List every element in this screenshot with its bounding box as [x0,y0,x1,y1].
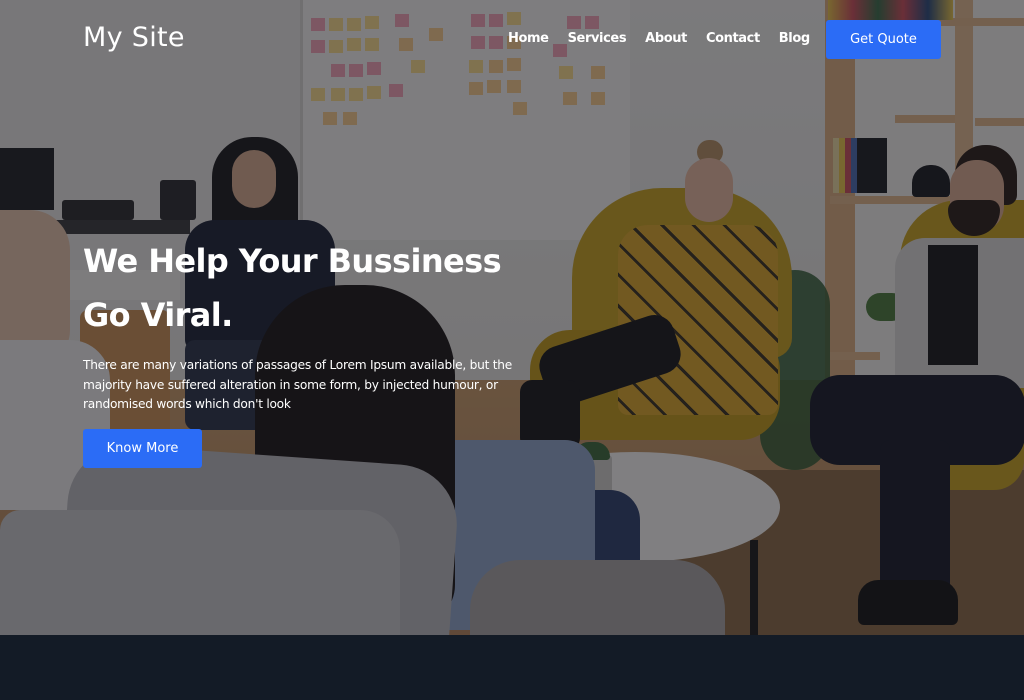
nav-item-blog[interactable]: Blog [779,31,810,46]
next-section-band [0,635,1024,700]
nav-item-contact[interactable]: Contact [706,31,760,46]
main-nav: Home Services About Contact Blog [508,31,810,46]
hero-headline-line2: Go Viral. [83,296,233,334]
hero-headline-line1: We Help Your Bussiness [83,242,502,280]
nav-item-about[interactable]: About [645,31,687,46]
get-quote-button[interactable]: Get Quote [826,20,941,59]
nav-item-home[interactable]: Home [508,31,549,46]
hero-section: My Site Home Services About Contact Blog… [0,0,1024,635]
nav-item-services[interactable]: Services [568,31,627,46]
hero-description: There are many variations of passages of… [83,358,512,411]
hero-headline: We Help Your Bussiness Go Viral. [83,234,543,342]
know-more-button[interactable]: Know More [83,429,202,468]
site-logo[interactable]: My Site [83,22,185,53]
